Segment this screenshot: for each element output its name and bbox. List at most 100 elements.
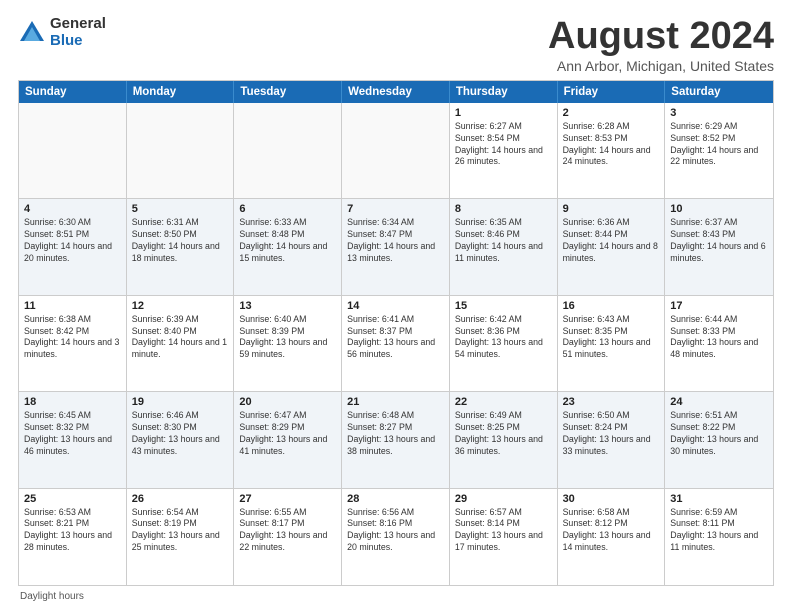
day-cell-21: 21 Sunrise: 6:48 AMSunset: 8:27 PMDayligh… [342,392,450,487]
day-info: Sunrise: 6:28 AMSunset: 8:53 PMDaylight:… [563,121,660,169]
day-info: Sunrise: 6:50 AMSunset: 8:24 PMDaylight:… [563,410,660,458]
day-cell-16: 16Sunrise: 6:43 AMSunset: 8:35 PMDayligh… [558,296,666,391]
main-title: August 2024 [548,16,774,58]
day-number: 6 [239,203,336,215]
day-cell-10: 10Sunrise: 6:37 AMSunset: 8:43 PMDayligh… [665,199,773,294]
day-info: Sunrise: 6:46 AMSunset: 8:30 PMDaylight:… [132,410,229,458]
day-number: 30 [563,493,660,505]
day-number: 26 [132,493,229,505]
day-number: 22 [455,396,552,408]
day-number: 24 [670,396,768,408]
day-info: Sunrise: 6:41 AMSunset: 8:37 PMDaylight:… [347,314,444,362]
day-number: 17 [670,300,768,312]
day-cell-31: 31 Sunrise: 6:59 AMSunset: 8:11 PMDayligh… [665,489,773,585]
day-info: Sunrise: 6:49 AMSunset: 8:25 PMDaylight:… [455,410,552,458]
calendar: SundayMondayTuesdayWednesdayThursdayFrid… [18,80,774,586]
calendar-row-3: 11 Sunrise: 6:38 AMSunset: 8:42 PMDayligh… [19,296,773,392]
day-cell-18: 18Sunrise: 6:45 AMSunset: 8:32 PMDayligh… [19,392,127,487]
day-number: 1 [455,107,552,119]
day-cell-7: 7Sunrise: 6:34 AMSunset: 8:47 PMDaylight… [342,199,450,294]
day-cell-28: 28Sunrise: 6:56 AMSunset: 8:16 PMDayligh… [342,489,450,585]
day-cell-9: 9 Sunrise: 6:36 AMSunset: 8:44 PMDaylight… [558,199,666,294]
day-info: Sunrise: 6:44 AMSunset: 8:33 PMDaylight:… [670,314,768,362]
day-number: 8 [455,203,552,215]
day-info: Sunrise: 6:58 AMSunset: 8:12 PMDaylight:… [563,507,660,555]
day-cell-30: 30 Sunrise: 6:58 AMSunset: 8:12 PMDayligh… [558,489,666,585]
page-header: General Blue August 2024 Ann Arbor, Mich… [18,16,774,74]
day-number: 18 [24,396,121,408]
day-info: Sunrise: 6:36 AMSunset: 8:44 PMDaylight:… [563,217,660,265]
day-number: 16 [563,300,660,312]
empty-cell [342,103,450,198]
day-info: Sunrise: 6:29 AMSunset: 8:52 PMDaylight:… [670,121,768,169]
day-cell-2: 2 Sunrise: 6:28 AMSunset: 8:53 PMDaylight… [558,103,666,198]
calendar-row-5: 25Sunrise: 6:53 AMSunset: 8:21 PMDayligh… [19,489,773,585]
day-info: Sunrise: 6:31 AMSunset: 8:50 PMDaylight:… [132,217,229,265]
day-info: Sunrise: 6:38 AMSunset: 8:42 PMDaylight:… [24,314,121,362]
day-number: 10 [670,203,768,215]
day-number: 27 [239,493,336,505]
day-cell-6: 6 Sunrise: 6:33 AMSunset: 8:48 PMDaylight… [234,199,342,294]
day-number: 19 [132,396,229,408]
header-day-saturday: Saturday [665,81,773,103]
day-cell-12: 12Sunrise: 6:39 AMSunset: 8:40 PMDayligh… [127,296,235,391]
calendar-header: SundayMondayTuesdayWednesdayThursdayFrid… [19,81,773,103]
logo: General Blue [18,16,106,49]
day-info: Sunrise: 6:54 AMSunset: 8:19 PMDaylight:… [132,507,229,555]
header-day-sunday: Sunday [19,81,127,103]
day-info: Sunrise: 6:57 AMSunset: 8:14 PMDaylight:… [455,507,552,555]
day-number: 31 [670,493,768,505]
day-info: Sunrise: 6:34 AMSunset: 8:47 PMDaylight:… [347,217,444,265]
day-cell-4: 4Sunrise: 6:30 AMSunset: 8:51 PMDaylight… [19,199,127,294]
day-number: 28 [347,493,444,505]
day-info: Sunrise: 6:40 AMSunset: 8:39 PMDaylight:… [239,314,336,362]
calendar-row-1: 1 Sunrise: 6:27 AMSunset: 8:54 PMDaylight… [19,103,773,199]
day-info: Sunrise: 6:27 AMSunset: 8:54 PMDaylight:… [455,121,552,169]
day-cell-23: 23 Sunrise: 6:50 AMSunset: 8:24 PMDayligh… [558,392,666,487]
day-cell-15: 15Sunrise: 6:42 AMSunset: 8:36 PMDayligh… [450,296,558,391]
day-number: 9 [563,203,660,215]
day-number: 14 [347,300,444,312]
day-number: 29 [455,493,552,505]
day-info: Sunrise: 6:55 AMSunset: 8:17 PMDaylight:… [239,507,336,555]
header-day-friday: Friday [558,81,666,103]
header-day-tuesday: Tuesday [234,81,342,103]
day-number: 13 [239,300,336,312]
day-number: 23 [563,396,660,408]
calendar-body: 1 Sunrise: 6:27 AMSunset: 8:54 PMDaylight… [19,103,773,585]
day-cell-8: 8 Sunrise: 6:35 AMSunset: 8:46 PMDaylight… [450,199,558,294]
day-cell-26: 26 Sunrise: 6:54 AMSunset: 8:19 PMDayligh… [127,489,235,585]
day-number: 21 [347,396,444,408]
day-number: 11 [24,300,121,312]
title-block: August 2024 Ann Arbor, Michigan, United … [548,16,774,74]
logo-icon [18,19,46,47]
day-number: 25 [24,493,121,505]
day-cell-1: 1 Sunrise: 6:27 AMSunset: 8:54 PMDaylight… [450,103,558,198]
day-info: Sunrise: 6:59 AMSunset: 8:11 PMDaylight:… [670,507,768,555]
header-day-thursday: Thursday [450,81,558,103]
day-info: Sunrise: 6:33 AMSunset: 8:48 PMDaylight:… [239,217,336,265]
day-info: Sunrise: 6:47 AMSunset: 8:29 PMDaylight:… [239,410,336,458]
day-cell-17: 17 Sunrise: 6:44 AMSunset: 8:33 PMDayligh… [665,296,773,391]
subtitle: Ann Arbor, Michigan, United States [548,58,774,74]
day-info: Sunrise: 6:42 AMSunset: 8:36 PMDaylight:… [455,314,552,362]
day-info: Sunrise: 6:35 AMSunset: 8:46 PMDaylight:… [455,217,552,265]
day-cell-19: 19 Sunrise: 6:46 AMSunset: 8:30 PMDayligh… [127,392,235,487]
day-cell-14: 14 Sunrise: 6:41 AMSunset: 8:37 PMDayligh… [342,296,450,391]
day-info: Sunrise: 6:30 AMSunset: 8:51 PMDaylight:… [24,217,121,265]
day-cell-13: 13 Sunrise: 6:40 AMSunset: 8:39 PMDayligh… [234,296,342,391]
day-info: Sunrise: 6:39 AMSunset: 8:40 PMDaylight:… [132,314,229,362]
day-cell-5: 5 Sunrise: 6:31 AMSunset: 8:50 PMDaylight… [127,199,235,294]
day-number: 2 [563,107,660,119]
logo-general: General [50,16,106,33]
logo-text: General Blue [50,16,106,49]
header-day-monday: Monday [127,81,235,103]
empty-cell [127,103,235,198]
header-day-wednesday: Wednesday [342,81,450,103]
day-number: 5 [132,203,229,215]
day-info: Sunrise: 6:48 AMSunset: 8:27 PMDaylight:… [347,410,444,458]
day-cell-25: 25Sunrise: 6:53 AMSunset: 8:21 PMDayligh… [19,489,127,585]
day-number: 3 [670,107,768,119]
day-cell-29: 29 Sunrise: 6:57 AMSunset: 8:14 PMDayligh… [450,489,558,585]
day-number: 20 [239,396,336,408]
